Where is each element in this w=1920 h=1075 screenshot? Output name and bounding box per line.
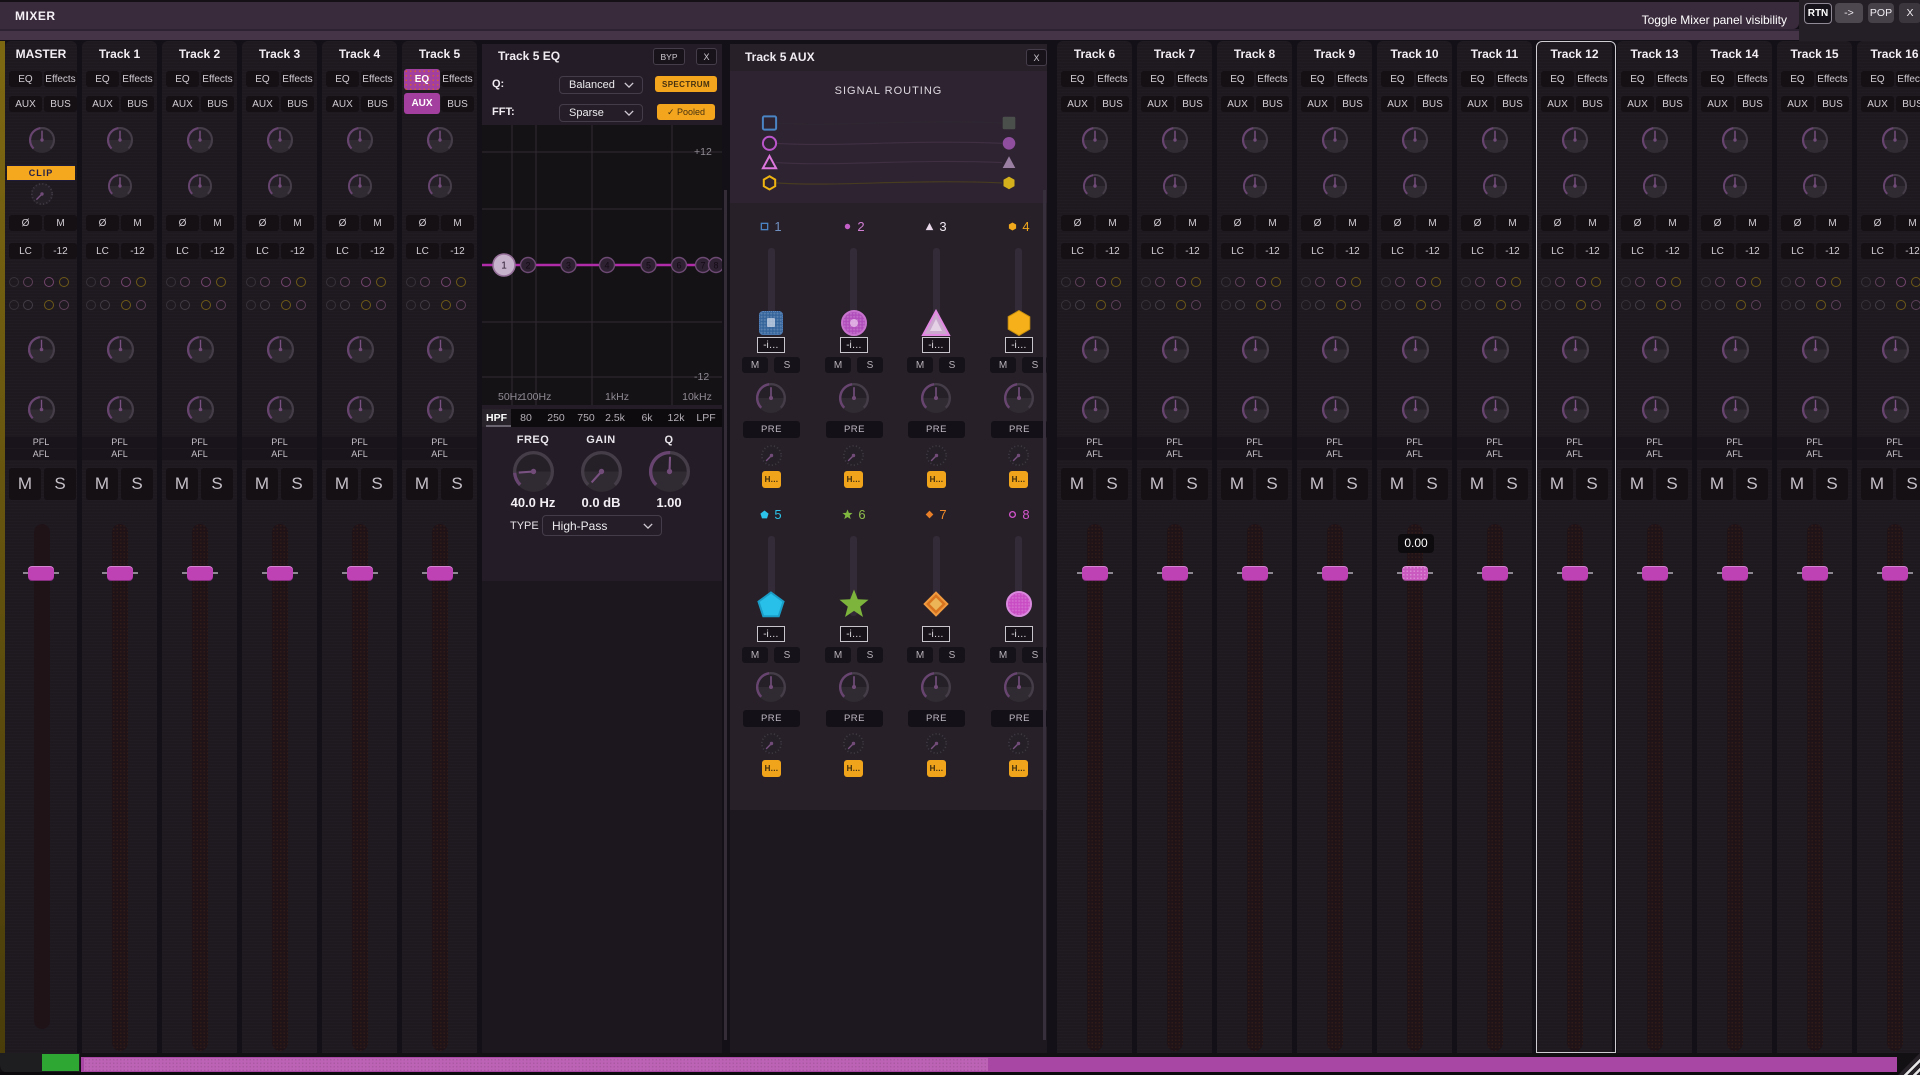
svg-text:1: 1	[501, 261, 507, 272]
svg-text:5: 5	[646, 260, 651, 270]
svg-text:8: 8	[713, 260, 718, 270]
svg-text:2: 2	[525, 260, 530, 270]
svg-text:4: 4	[604, 260, 609, 270]
svg-text:7: 7	[700, 260, 705, 270]
svg-text:3: 3	[566, 260, 571, 270]
svg-text:6: 6	[676, 260, 681, 270]
